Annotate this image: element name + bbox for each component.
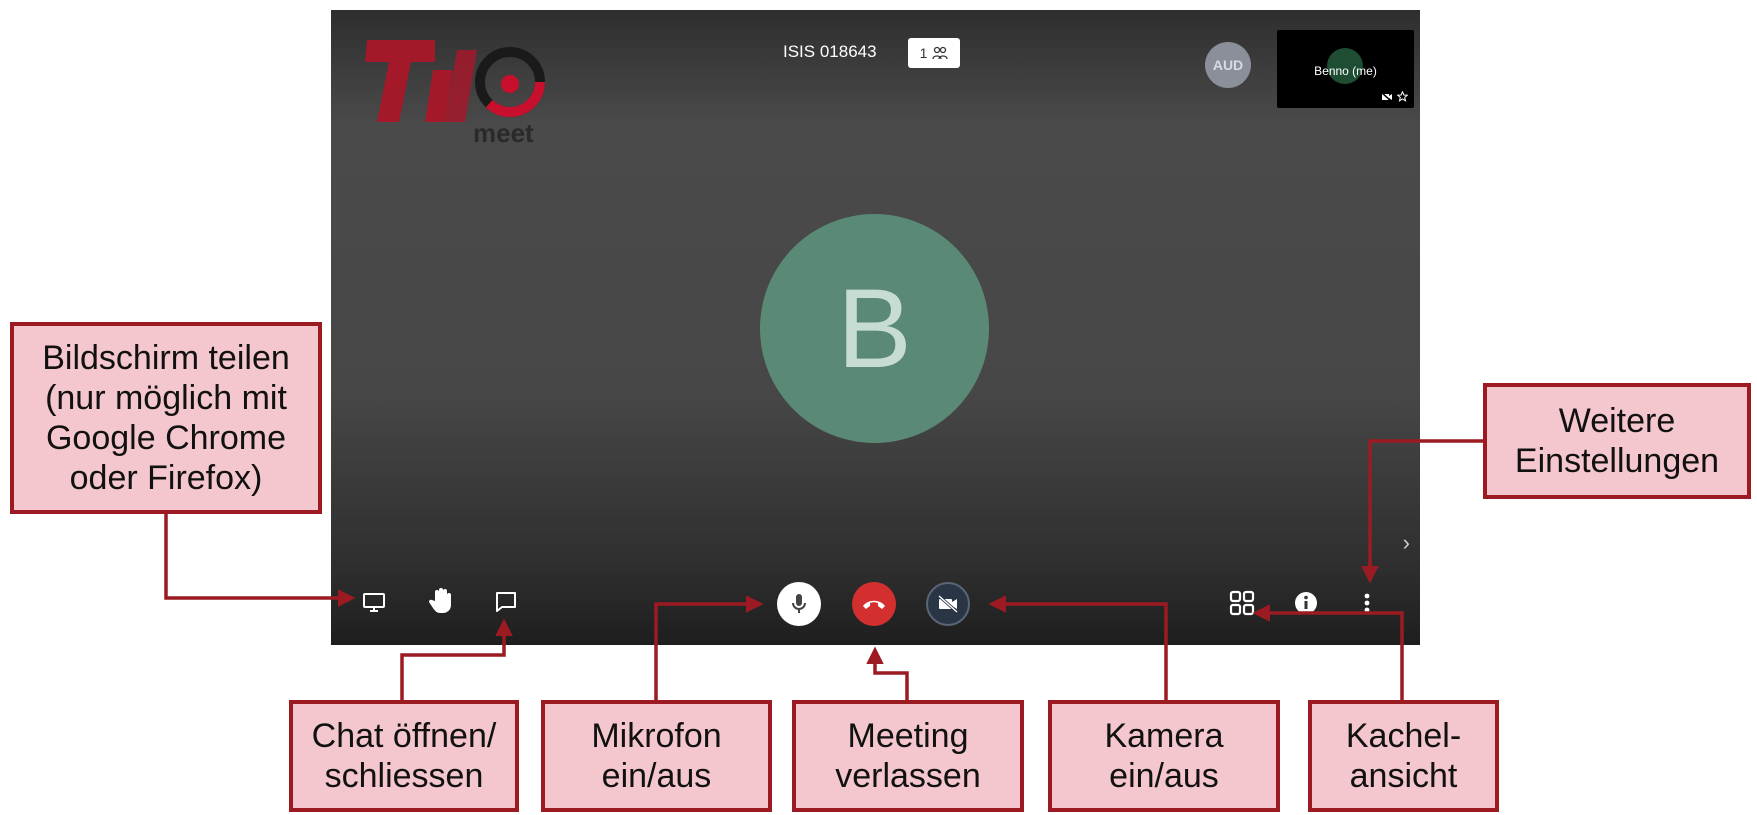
callout-text: Einstellungen bbox=[1514, 442, 1720, 480]
self-name: Benno (me) bbox=[1314, 64, 1377, 78]
callout-text: ein/aus bbox=[601, 757, 712, 795]
callout-text: Meeting bbox=[847, 717, 969, 755]
info-button[interactable] bbox=[1293, 590, 1319, 616]
callout-text: Kamera bbox=[1104, 717, 1224, 755]
callout-text: Bildschirm teilen bbox=[42, 339, 290, 377]
tile-view-icon bbox=[1229, 590, 1255, 616]
callout-text: oder Firefox) bbox=[69, 459, 263, 497]
tile-view-button[interactable] bbox=[1227, 588, 1257, 618]
more-options-button[interactable] bbox=[1358, 590, 1376, 616]
aud-avatar[interactable]: AUD bbox=[1205, 42, 1251, 88]
callout-screen-share: Bildschirm teilen (nur möglich mit Googl… bbox=[10, 322, 322, 514]
video-off-icon bbox=[1381, 91, 1393, 102]
tu-meet-logo: meet bbox=[365, 40, 545, 148]
callout-text: ein/aus bbox=[1109, 757, 1219, 795]
camera-button[interactable] bbox=[926, 582, 970, 626]
meeting-screen: meet ISIS 018643 1 AUD Benno (me) B › bbox=[331, 10, 1420, 645]
microphone-icon bbox=[792, 594, 806, 613]
chevron-right-icon[interactable]: › bbox=[1403, 530, 1410, 556]
room-title: ISIS 018643 bbox=[783, 42, 877, 61]
camera-off-icon bbox=[938, 595, 958, 613]
callout-more-settings: Weitere Einstellungen bbox=[1483, 383, 1751, 499]
participants-icon bbox=[932, 46, 949, 60]
hang-up-icon bbox=[863, 600, 885, 609]
info-icon bbox=[1295, 592, 1317, 614]
callout-camera: Kamera ein/aus bbox=[1048, 700, 1280, 812]
logo-text: meet bbox=[473, 118, 534, 148]
chat-button[interactable] bbox=[492, 588, 520, 616]
callout-text: schliessen bbox=[324, 757, 484, 795]
callout-text: verlassen bbox=[835, 757, 981, 795]
callout-text: Weitere bbox=[1558, 402, 1676, 440]
raise-hand-button[interactable] bbox=[426, 585, 456, 617]
main-participant-avatar: B bbox=[760, 214, 989, 443]
callout-text: Kachel- bbox=[1345, 717, 1462, 755]
participant-count-badge[interactable]: 1 bbox=[908, 38, 960, 68]
callout-text: Google Chrome bbox=[45, 419, 286, 457]
callout-tile-view: Kachel- ansicht bbox=[1308, 700, 1499, 812]
callout-leave: Meeting verlassen bbox=[792, 700, 1024, 812]
callout-chat: Chat öffnen/ schliessen bbox=[289, 700, 519, 812]
arrow-screen-share bbox=[164, 514, 356, 607]
arrow-leave bbox=[866, 646, 909, 700]
callout-text: Chat öffnen/ bbox=[311, 717, 497, 755]
participant-count: 1 bbox=[919, 45, 928, 61]
callout-text: ansicht bbox=[1349, 757, 1458, 795]
microphone-button[interactable] bbox=[777, 582, 821, 626]
monitor-icon bbox=[363, 593, 385, 612]
self-video-tile[interactable]: Benno (me) bbox=[1277, 30, 1414, 108]
more-vertical-icon bbox=[1364, 593, 1370, 613]
star-icon bbox=[1397, 91, 1408, 102]
screen-share-button[interactable] bbox=[360, 588, 388, 616]
callout-text: (nur möglich mit bbox=[45, 379, 287, 417]
callout-text: Mikrofon bbox=[591, 717, 722, 755]
hand-icon bbox=[428, 588, 451, 613]
callout-microphone: Mikrofon ein/aus bbox=[541, 700, 772, 812]
hang-up-button[interactable] bbox=[852, 582, 896, 626]
chat-icon bbox=[496, 592, 516, 612]
